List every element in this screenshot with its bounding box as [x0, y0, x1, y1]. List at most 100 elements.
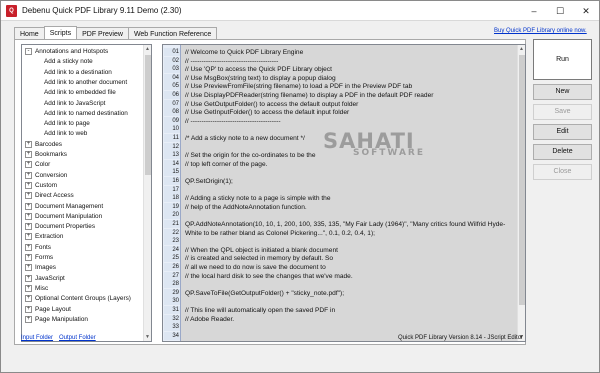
tree-item-label: Document Properties	[35, 223, 96, 231]
expand-icon[interactable]: +	[25, 212, 32, 220]
line-number: 32	[164, 314, 180, 323]
tree-item-label: Optional Content Groups (Layers)	[35, 295, 131, 303]
code-line[interactable]: // -------------------------------------…	[185, 117, 281, 126]
line-number: 17	[164, 185, 180, 194]
expand-icon[interactable]: +	[25, 264, 32, 272]
expand-icon[interactable]: +	[25, 284, 32, 292]
line-number: 07	[164, 99, 180, 108]
tree-item-label: Page Manipulation	[35, 315, 88, 323]
code-line[interactable]: /* Add a sticky note to a new document *…	[185, 134, 305, 143]
tree-category[interactable]: + Document Management	[25, 202, 103, 212]
tree-category[interactable]: + Document Properties	[25, 222, 95, 232]
tree-item-label: Add link to web	[44, 130, 88, 138]
input-folder-link[interactable]: Input Folder	[21, 335, 53, 341]
save-button[interactable]: Save	[533, 104, 592, 120]
expand-icon[interactable]: +	[25, 254, 32, 261]
expand-icon[interactable]: +	[25, 243, 32, 251]
delete-button[interactable]: Delete	[533, 144, 592, 160]
watermark: SAHATI SOFTWARE	[323, 129, 425, 158]
tree-script-item[interactable]: Add link to JavaScript	[44, 99, 105, 109]
tree-item-label: Direct Access	[35, 192, 74, 200]
scroll-up-arrow-icon[interactable]: ▲	[518, 45, 525, 53]
app-window: Q Debenu Quick PDF Library 9.11 Demo (2.…	[0, 0, 600, 373]
expand-icon[interactable]: +	[25, 171, 32, 179]
tree-item-label: Conversion	[35, 171, 68, 179]
tree-category[interactable]: + Bookmarks	[25, 150, 67, 160]
tree-script-item[interactable]: Add link to another document	[44, 78, 127, 88]
tree-scroll-thumb[interactable]	[145, 55, 151, 175]
tree-category[interactable]: + Images	[25, 263, 56, 273]
code-line[interactable]: // help of the AddNoteAnnotation functio…	[185, 203, 307, 212]
expand-icon[interactable]: +	[25, 223, 32, 231]
tree-item-label: Add link to JavaScript	[44, 99, 106, 107]
tree-category[interactable]: + Document Manipulation	[25, 212, 102, 222]
tree-category[interactable]: + Color	[25, 160, 50, 170]
tree-script-item[interactable]: Add link to embedded file	[44, 88, 116, 98]
expand-icon[interactable]: +	[25, 192, 32, 200]
tree-item-label: Bookmarks	[35, 151, 67, 158]
tree-category[interactable]: + Misc	[25, 284, 48, 294]
tree-category[interactable]: + Optional Content Groups (Layers)	[25, 294, 131, 304]
tree-category[interactable]: - Annotations and Hotspots	[25, 47, 108, 57]
tree-category[interactable]: + Page Layout	[25, 305, 71, 315]
maximize-button[interactable]: ☐	[547, 1, 573, 21]
script-tree[interactable]: ▲ ▼ - Annotations and Hotspots Add a stick…	[21, 44, 152, 342]
buy-online-link[interactable]: Buy Quick PDF Library online now.	[494, 28, 587, 34]
expand-icon[interactable]: +	[25, 161, 32, 169]
edit-button[interactable]: Edit	[533, 124, 592, 140]
output-folder-link[interactable]: Output Folder	[59, 335, 96, 341]
tree-item-label: Images	[35, 264, 56, 272]
tree-script-item[interactable]: Add link to a destination	[44, 68, 112, 78]
expand-icon[interactable]: +	[25, 295, 32, 303]
expand-icon[interactable]: +	[25, 274, 32, 282]
line-number: 15	[164, 168, 180, 177]
tree-category[interactable]: + Extraction	[25, 232, 63, 242]
code-line[interactable]: QP.SaveToFile(GetOutputFolder() + "stick…	[185, 289, 344, 298]
tree-script-item[interactable]: Add link to web	[44, 129, 87, 139]
tree-category[interactable]: + Conversion	[25, 171, 67, 181]
editor-scrollbar[interactable]: ▲ ▼	[517, 45, 525, 341]
tree-scrollbar[interactable]: ▲ ▼	[143, 45, 151, 341]
code-line[interactable]: QP.SetOrigin(1);	[185, 177, 233, 186]
tree-item-label: Document Manipulation	[35, 212, 103, 220]
close-script-button[interactable]: Close	[533, 164, 592, 180]
expand-icon[interactable]: +	[25, 181, 32, 189]
tree-category[interactable]: + Forms	[25, 253, 53, 263]
tree-category[interactable]: + Page Manipulation	[25, 315, 88, 325]
run-button[interactable]: Run	[533, 39, 592, 80]
code-line[interactable]: // the local hard disk to see the change…	[185, 272, 353, 281]
line-number: 05	[164, 82, 180, 91]
line-number: 22	[164, 228, 180, 237]
line-number: 33	[164, 323, 180, 332]
code-line[interactable]: // Adobe Reader.	[185, 315, 234, 324]
expand-icon[interactable]: +	[25, 233, 32, 241]
script-editor[interactable]: 01 02 03 04 05 06 07 08 09 10 11 12 13 14 15 16 17 18 19 20…	[162, 44, 526, 342]
expand-icon[interactable]: +	[25, 151, 32, 158]
line-number: 21	[164, 220, 180, 228]
tree-category[interactable]: + JavaScript	[25, 274, 65, 284]
minimize-button[interactable]: –	[521, 1, 547, 21]
tree-category[interactable]: + Custom	[25, 181, 57, 191]
tree-item-label: Color	[35, 161, 51, 169]
new-button[interactable]: New	[533, 84, 592, 100]
editor-scroll-thumb[interactable]	[519, 55, 525, 305]
collapse-icon[interactable]: -	[25, 48, 32, 55]
tree-category[interactable]: + Direct Access	[25, 191, 74, 201]
expand-icon[interactable]: +	[25, 315, 32, 323]
expand-icon[interactable]: +	[25, 305, 32, 313]
tree-item-label: Add link to page	[44, 120, 90, 128]
expand-icon[interactable]: +	[25, 202, 32, 210]
expand-icon[interactable]: +	[25, 140, 32, 148]
tree-script-item[interactable]: Add link to named destination	[44, 109, 128, 119]
scroll-up-arrow-icon[interactable]: ▲	[144, 45, 151, 53]
tree-script-item[interactable]: Add a sticky note	[44, 57, 93, 67]
close-window-button[interactable]: ✕	[573, 1, 599, 21]
code-line[interactable]: White to be rather bland as Colonel Pick…	[185, 229, 375, 238]
line-number: 04	[164, 73, 180, 82]
code-line[interactable]: // top left corner of the page.	[185, 160, 267, 169]
tree-category[interactable]: + Barcodes	[25, 140, 62, 150]
line-number: 08	[164, 108, 180, 117]
tree-script-item[interactable]: Add link to page	[44, 119, 90, 129]
tree-category[interactable]: + Fonts	[25, 243, 51, 253]
scroll-down-arrow-icon[interactable]: ▼	[144, 333, 151, 341]
